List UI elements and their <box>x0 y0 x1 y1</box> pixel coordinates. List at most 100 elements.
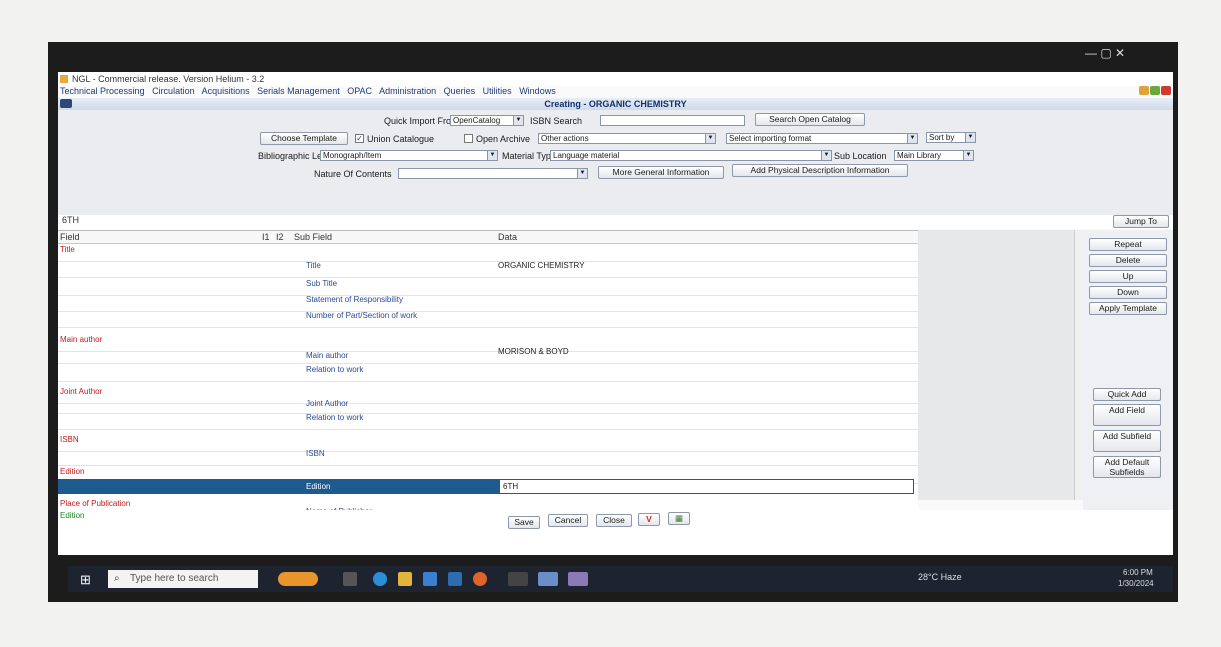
table-row[interactable]: Main author MORISON & BOYD <box>58 347 918 364</box>
menu-circulation[interactable]: Circulation <box>152 86 195 96</box>
add-subfield-button[interactable]: Add Subfield <box>1093 430 1161 452</box>
material-type-label: Material Type <box>502 151 556 161</box>
other-actions-select[interactable]: Other actions ▼ <box>538 133 716 144</box>
chevron-down-icon: ▼ <box>487 151 497 160</box>
subfield-data[interactable]: MORISON & BOYD <box>498 347 569 356</box>
close-icon[interactable] <box>1161 86 1171 95</box>
add-default-subfields-button[interactable]: Add Default Subfields <box>1093 456 1161 478</box>
menu-serials-management[interactable]: Serials Management <box>257 86 340 96</box>
field-name: Main author <box>60 335 103 344</box>
choose-template-button[interactable]: Choose Template <box>260 132 348 145</box>
table-row[interactable]: Title ORGANIC CHEMISTRY <box>58 261 918 278</box>
apply-template-button[interactable]: Apply Template <box>1089 302 1167 315</box>
table-row[interactable]: Relation to work <box>58 413 918 430</box>
selected-row-label: Edition <box>58 479 499 494</box>
up-button[interactable]: Up <box>1089 270 1167 283</box>
restore-icon[interactable] <box>1150 86 1160 95</box>
jump-to-button[interactable]: Jump To <box>1113 215 1169 228</box>
menu-queries[interactable]: Queries <box>444 86 476 96</box>
bottom-panel: Edition Save Cancel Close V ▦ <box>58 510 1173 555</box>
search-open-catalog-button[interactable]: Search Open Catalog <box>755 113 865 126</box>
catalog-form: Quick Import From OpenCatalog ▼ ISBN Sear… <box>58 110 1173 215</box>
selected-row[interactable]: Edition 6TH <box>58 479 918 494</box>
table-row[interactable]: Joint Author <box>58 397 918 414</box>
file-explorer-icon[interactable] <box>398 572 412 586</box>
open-archive-checkbox[interactable] <box>464 134 473 143</box>
repeat-button[interactable]: Repeat <box>1089 238 1167 251</box>
close-button[interactable]: Close <box>596 514 632 527</box>
app-icon[interactable] <box>568 572 588 586</box>
minimize-icon[interactable] <box>1139 86 1149 95</box>
quick-import-value: OpenCatalog <box>453 116 501 125</box>
sort-by-select[interactable]: Sort by ▼ <box>926 132 976 143</box>
quick-add-button[interactable]: Quick Add <box>1093 388 1161 401</box>
more-general-info-button[interactable]: More General Information <box>598 166 724 179</box>
add-physical-description-button[interactable]: Add Physical Description Information <box>732 164 908 177</box>
field-name: ISBN <box>60 435 79 444</box>
app-window: NGL - Commercial release. Version Helium… <box>58 72 1173 555</box>
subfield-name: Sub Title <box>306 279 338 288</box>
side-actions: Repeat Delete Up Down Apply Template Qui… <box>1083 230 1173 510</box>
menu-opac[interactable]: OPAC <box>347 86 372 96</box>
field-name: Title <box>60 245 75 254</box>
edge-icon[interactable] <box>373 572 387 586</box>
toolbar-icon[interactable] <box>60 99 72 108</box>
app-icon[interactable] <box>538 572 558 586</box>
table-row[interactable]: Relation to work <box>58 365 918 382</box>
union-catalogue-checkbox[interactable]: ✓ <box>355 134 364 143</box>
bottom-field-label: Edition <box>60 511 85 520</box>
task-view-icon[interactable] <box>343 572 357 586</box>
firefox-icon[interactable] <box>473 572 487 586</box>
windows-start-icon[interactable]: ⊞ <box>80 572 91 588</box>
open-archive-label: Open Archive <box>476 134 531 144</box>
quick-import-label: Quick Import From <box>384 116 459 126</box>
header-data: Data <box>498 232 518 242</box>
clock-time[interactable]: 6:00 PM <box>1123 568 1153 577</box>
importing-format-select[interactable]: Select importing format ▼ <box>726 133 918 144</box>
taskbar-search-input[interactable]: ⌕ Type here to search <box>108 570 258 588</box>
quick-import-select[interactable]: OpenCatalog ▼ <box>450 115 524 126</box>
document-icon[interactable]: ▦ <box>668 512 690 525</box>
edition-data-input[interactable]: 6TH <box>499 479 914 494</box>
field-name: Joint Author <box>60 387 103 396</box>
mdi-controls <box>1138 86 1171 97</box>
sub-location-select[interactable]: Main Library ▼ <box>894 150 974 161</box>
menu-utilities[interactable]: Utilities <box>483 86 512 96</box>
search-row: 6TH Jump To <box>58 215 1173 229</box>
other-actions-value: Other actions <box>541 134 589 143</box>
table-row[interactable]: Sub Title <box>58 279 918 296</box>
chevron-down-icon: ▼ <box>965 133 975 142</box>
save-button[interactable]: Save <box>508 516 540 529</box>
nature-contents-select[interactable]: ▼ <box>398 168 588 179</box>
header-i2: I2 <box>276 232 284 242</box>
subfield-data[interactable]: ORGANIC CHEMISTRY <box>498 261 585 270</box>
menu-technical-processing[interactable]: Technical Processing <box>60 86 145 96</box>
table-row[interactable]: Statement of Responsibility <box>58 295 918 312</box>
table-row[interactable]: ISBN <box>58 449 918 466</box>
validate-icon[interactable]: V <box>638 513 660 526</box>
isbn-search-input[interactable] <box>600 115 745 126</box>
menu-windows[interactable]: Windows <box>519 86 556 96</box>
material-type-select[interactable]: Language material ▼ <box>550 150 832 161</box>
weather-label[interactable]: 28°C Haze <box>918 572 962 582</box>
bib-level-select[interactable]: Monograph/Item ▼ <box>320 150 498 161</box>
clock-date[interactable]: 1/30/2024 <box>1118 579 1154 588</box>
menu-acquisitions[interactable]: Acquisitions <box>202 86 250 96</box>
down-button[interactable]: Down <box>1089 286 1167 299</box>
window-title: NGL - Commercial release. Version Helium… <box>72 74 265 84</box>
add-field-button[interactable]: Add Field <box>1093 404 1161 426</box>
bib-level-value: Monograph/Item <box>323 151 382 160</box>
mail-icon[interactable] <box>448 572 462 586</box>
store-icon[interactable] <box>423 572 437 586</box>
app-icon[interactable] <box>508 572 528 586</box>
table-row[interactable]: Number of Part/Section of work <box>58 311 918 328</box>
importing-format-value: Select importing format <box>729 134 812 143</box>
menu-administration[interactable]: Administration <box>379 86 436 96</box>
table-row[interactable]: Title <box>58 245 918 262</box>
field-search-input[interactable]: 6TH <box>60 216 1108 227</box>
chevron-down-icon: ▼ <box>963 151 973 160</box>
people-icon[interactable] <box>278 572 318 586</box>
cancel-button[interactable]: Cancel <box>548 514 588 527</box>
window-controls[interactable]: — ▢ ✕ <box>1085 46 1125 60</box>
delete-button[interactable]: Delete <box>1089 254 1167 267</box>
